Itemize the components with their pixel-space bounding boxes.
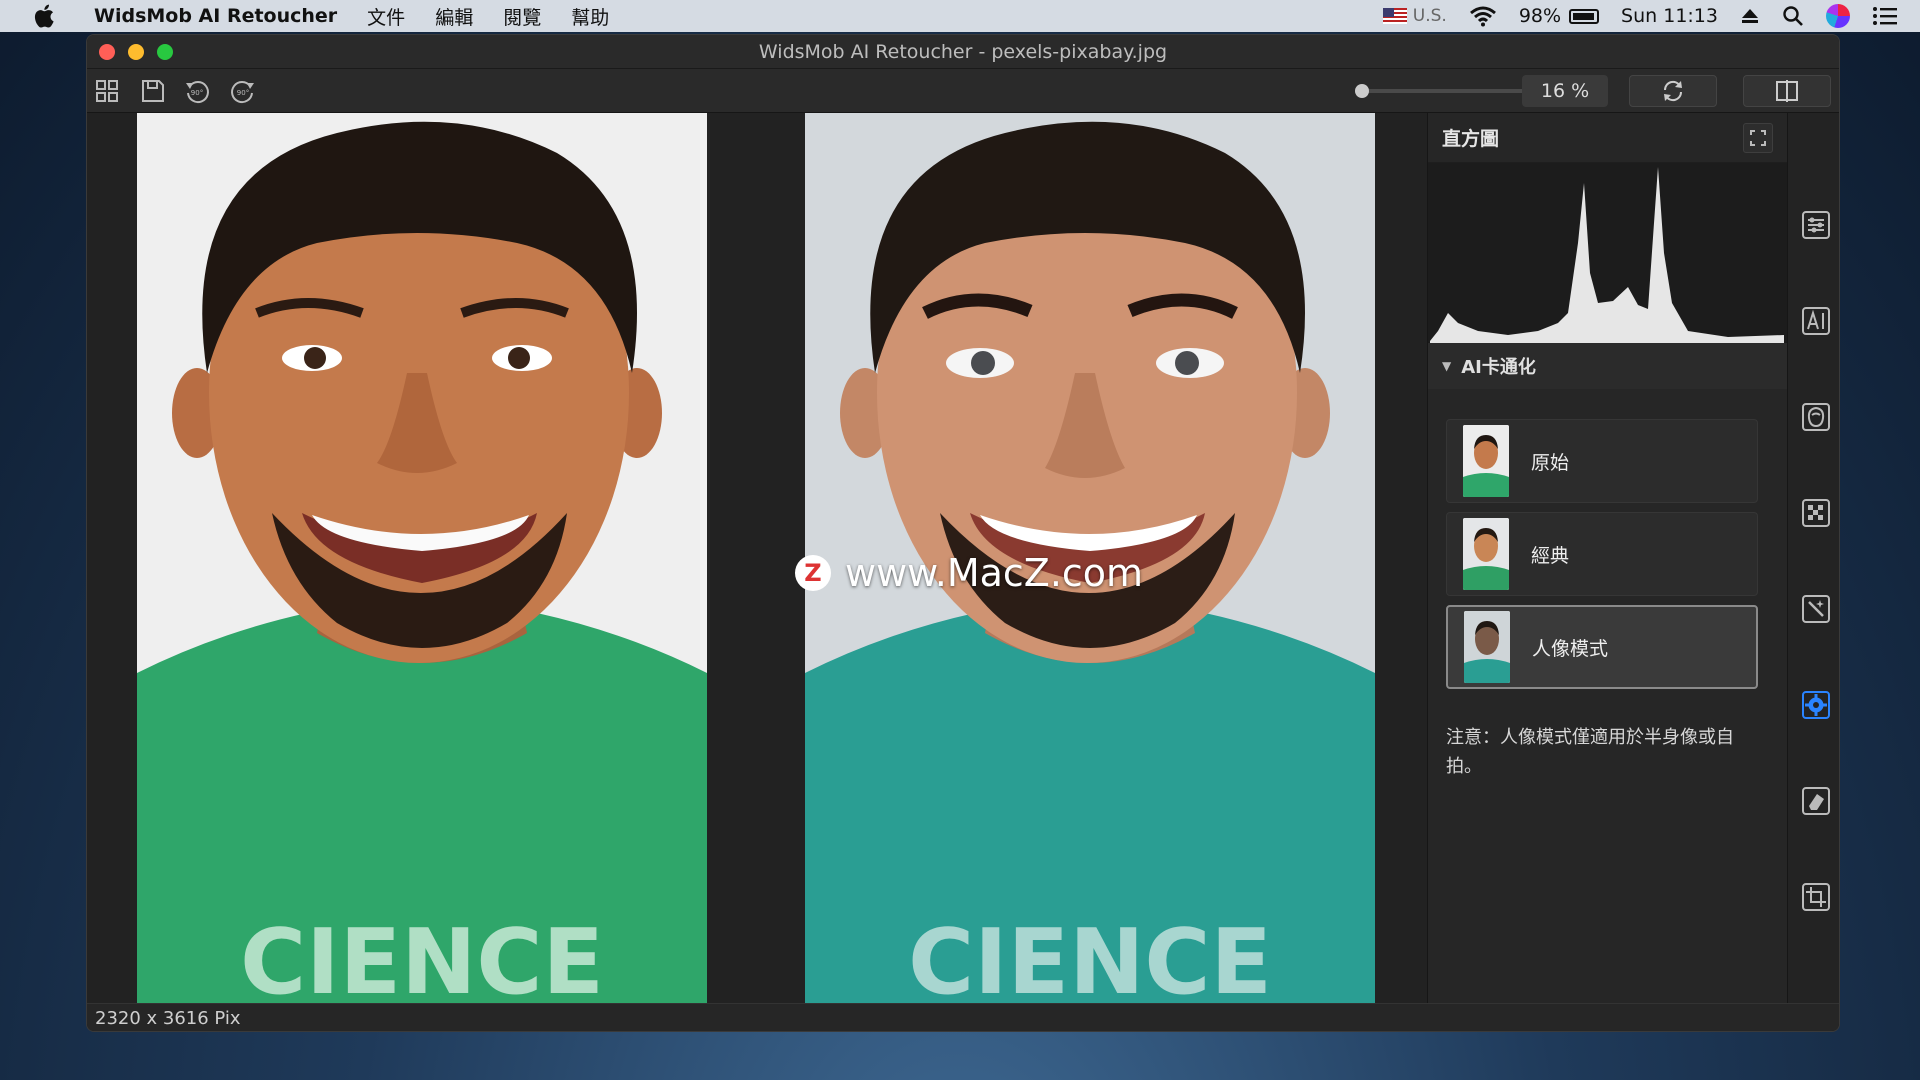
app-window: WidsMob AI Retoucher - pexels-pixabay.jp… xyxy=(86,34,1840,1032)
menu-view[interactable]: 閱覽 xyxy=(503,3,541,30)
rotate-left-degrees: 90° xyxy=(191,89,203,97)
spotlight-search-icon[interactable] xyxy=(1782,5,1804,27)
style-label: 經典 xyxy=(1531,544,1570,567)
notification-center-icon[interactable] xyxy=(1872,6,1898,26)
apple-icon[interactable] xyxy=(30,1,60,31)
adjust-sliders-icon[interactable] xyxy=(1800,209,1832,241)
cartoon-gear-icon[interactable] xyxy=(1800,689,1832,721)
watermark: Z www.MacZ.com xyxy=(795,551,1143,595)
fullscreen-icon xyxy=(1750,130,1766,146)
window-title: WidsMob AI Retoucher - pexels-pixabay.jp… xyxy=(758,40,1168,63)
ai-cartoon-section-header[interactable]: ▼ AI卡通化 xyxy=(1428,343,1787,389)
portrait-mode-note: 注意：人像模式僅適用於半身像或自拍。 xyxy=(1446,727,1734,777)
battery-icon xyxy=(1569,8,1600,24)
menu-file[interactable]: 文件 xyxy=(367,3,405,30)
style-thumbnail xyxy=(1463,518,1509,590)
app-name-menu[interactable]: WidsMob AI Retoucher xyxy=(94,5,337,27)
watermark-logo: Z xyxy=(795,555,831,591)
rotate-right-icon[interactable]: 90° xyxy=(229,77,257,105)
svg-text:CIENCE: CIENCE xyxy=(240,910,604,1003)
original-photo: CIENCE xyxy=(137,113,707,1003)
battery-status[interactable]: 98% xyxy=(1518,5,1600,27)
svg-text:CIENCE: CIENCE xyxy=(908,910,1272,1003)
keyboard-layout-label: U.S. xyxy=(1412,6,1447,26)
rotate-left-icon[interactable]: 90° xyxy=(183,77,211,105)
menu-clock[interactable]: Sun 11:13 xyxy=(1621,5,1718,27)
refresh-icon xyxy=(1663,80,1683,102)
split-view-icon xyxy=(1776,80,1798,102)
us-flag-icon xyxy=(1382,8,1407,24)
style-option-original[interactable]: 原始 xyxy=(1446,419,1758,503)
ai-cartoon-section-title: AI卡通化 xyxy=(1461,357,1536,378)
image-dimensions: 2320 x 3616 Pix xyxy=(95,1008,241,1029)
ai-icon[interactable] xyxy=(1800,305,1832,337)
watermark-text: www.MacZ.com xyxy=(845,551,1144,595)
wifi-icon[interactable] xyxy=(1469,5,1497,27)
rotate-right-degrees: 90° xyxy=(237,89,249,97)
compare-view-button[interactable] xyxy=(1743,75,1831,107)
zoom-slider-handle[interactable] xyxy=(1355,84,1369,98)
histogram-chart xyxy=(1428,163,1787,343)
style-option-classic[interactable]: 經典 xyxy=(1446,512,1758,596)
close-window-button[interactable] xyxy=(99,44,115,60)
histogram-title: 直方圖 xyxy=(1442,128,1500,150)
style-thumbnail xyxy=(1464,611,1510,683)
save-icon[interactable] xyxy=(139,77,167,105)
face-icon[interactable] xyxy=(1800,401,1832,433)
keyboard-input-menu[interactable]: U.S. xyxy=(1382,6,1447,26)
menu-edit[interactable]: 編輯 xyxy=(435,3,473,30)
style-label: 原始 xyxy=(1531,451,1570,474)
histogram-header: 直方圖 xyxy=(1428,113,1787,163)
tool-sidebar xyxy=(1787,113,1839,1003)
image-canvas[interactable]: CIENCE CIENCE Z www.MacZ.com xyxy=(87,113,1427,1003)
status-bar: 2320 x 3616 Pix xyxy=(87,1003,1839,1031)
siri-icon[interactable] xyxy=(1826,4,1850,28)
eject-icon[interactable] xyxy=(1740,7,1760,25)
window-controls xyxy=(99,44,186,60)
zoom-window-button[interactable] xyxy=(157,44,173,60)
histogram-graph xyxy=(1430,167,1784,343)
minimize-window-button[interactable] xyxy=(128,44,144,60)
menu-bar: WidsMob AI Retoucher 文件 編輯 閱覽 幫助 U.S. 98… xyxy=(0,0,1920,32)
zoom-percentage-field[interactable]: 16 % xyxy=(1522,75,1608,107)
crop-icon[interactable] xyxy=(1800,881,1832,913)
collapse-triangle-icon: ▼ xyxy=(1442,359,1452,373)
menu-help[interactable]: 幫助 xyxy=(571,3,609,30)
settings-panel: 直方圖 ▼ AI卡通化 原始 經典 人像模式 注意：人像模式僅適用於半身像或自拍… xyxy=(1427,113,1787,1003)
reset-button[interactable] xyxy=(1629,75,1717,107)
style-thumbnail xyxy=(1463,425,1509,497)
eraser-icon[interactable] xyxy=(1800,785,1832,817)
magic-wand-icon[interactable] xyxy=(1800,593,1832,625)
toolbar: 90° 90° 16 % xyxy=(87,69,1839,113)
style-label: 人像模式 xyxy=(1532,637,1609,660)
expand-histogram-button[interactable] xyxy=(1743,123,1773,153)
original-portrait-image: CIENCE xyxy=(137,113,707,1003)
mosaic-icon[interactable] xyxy=(1800,497,1832,529)
window-titlebar[interactable]: WidsMob AI Retoucher - pexels-pixabay.jp… xyxy=(87,35,1839,69)
style-option-portrait[interactable]: 人像模式 xyxy=(1446,605,1758,689)
battery-percent: 98% xyxy=(1518,5,1562,27)
grid-view-icon[interactable] xyxy=(93,77,121,105)
